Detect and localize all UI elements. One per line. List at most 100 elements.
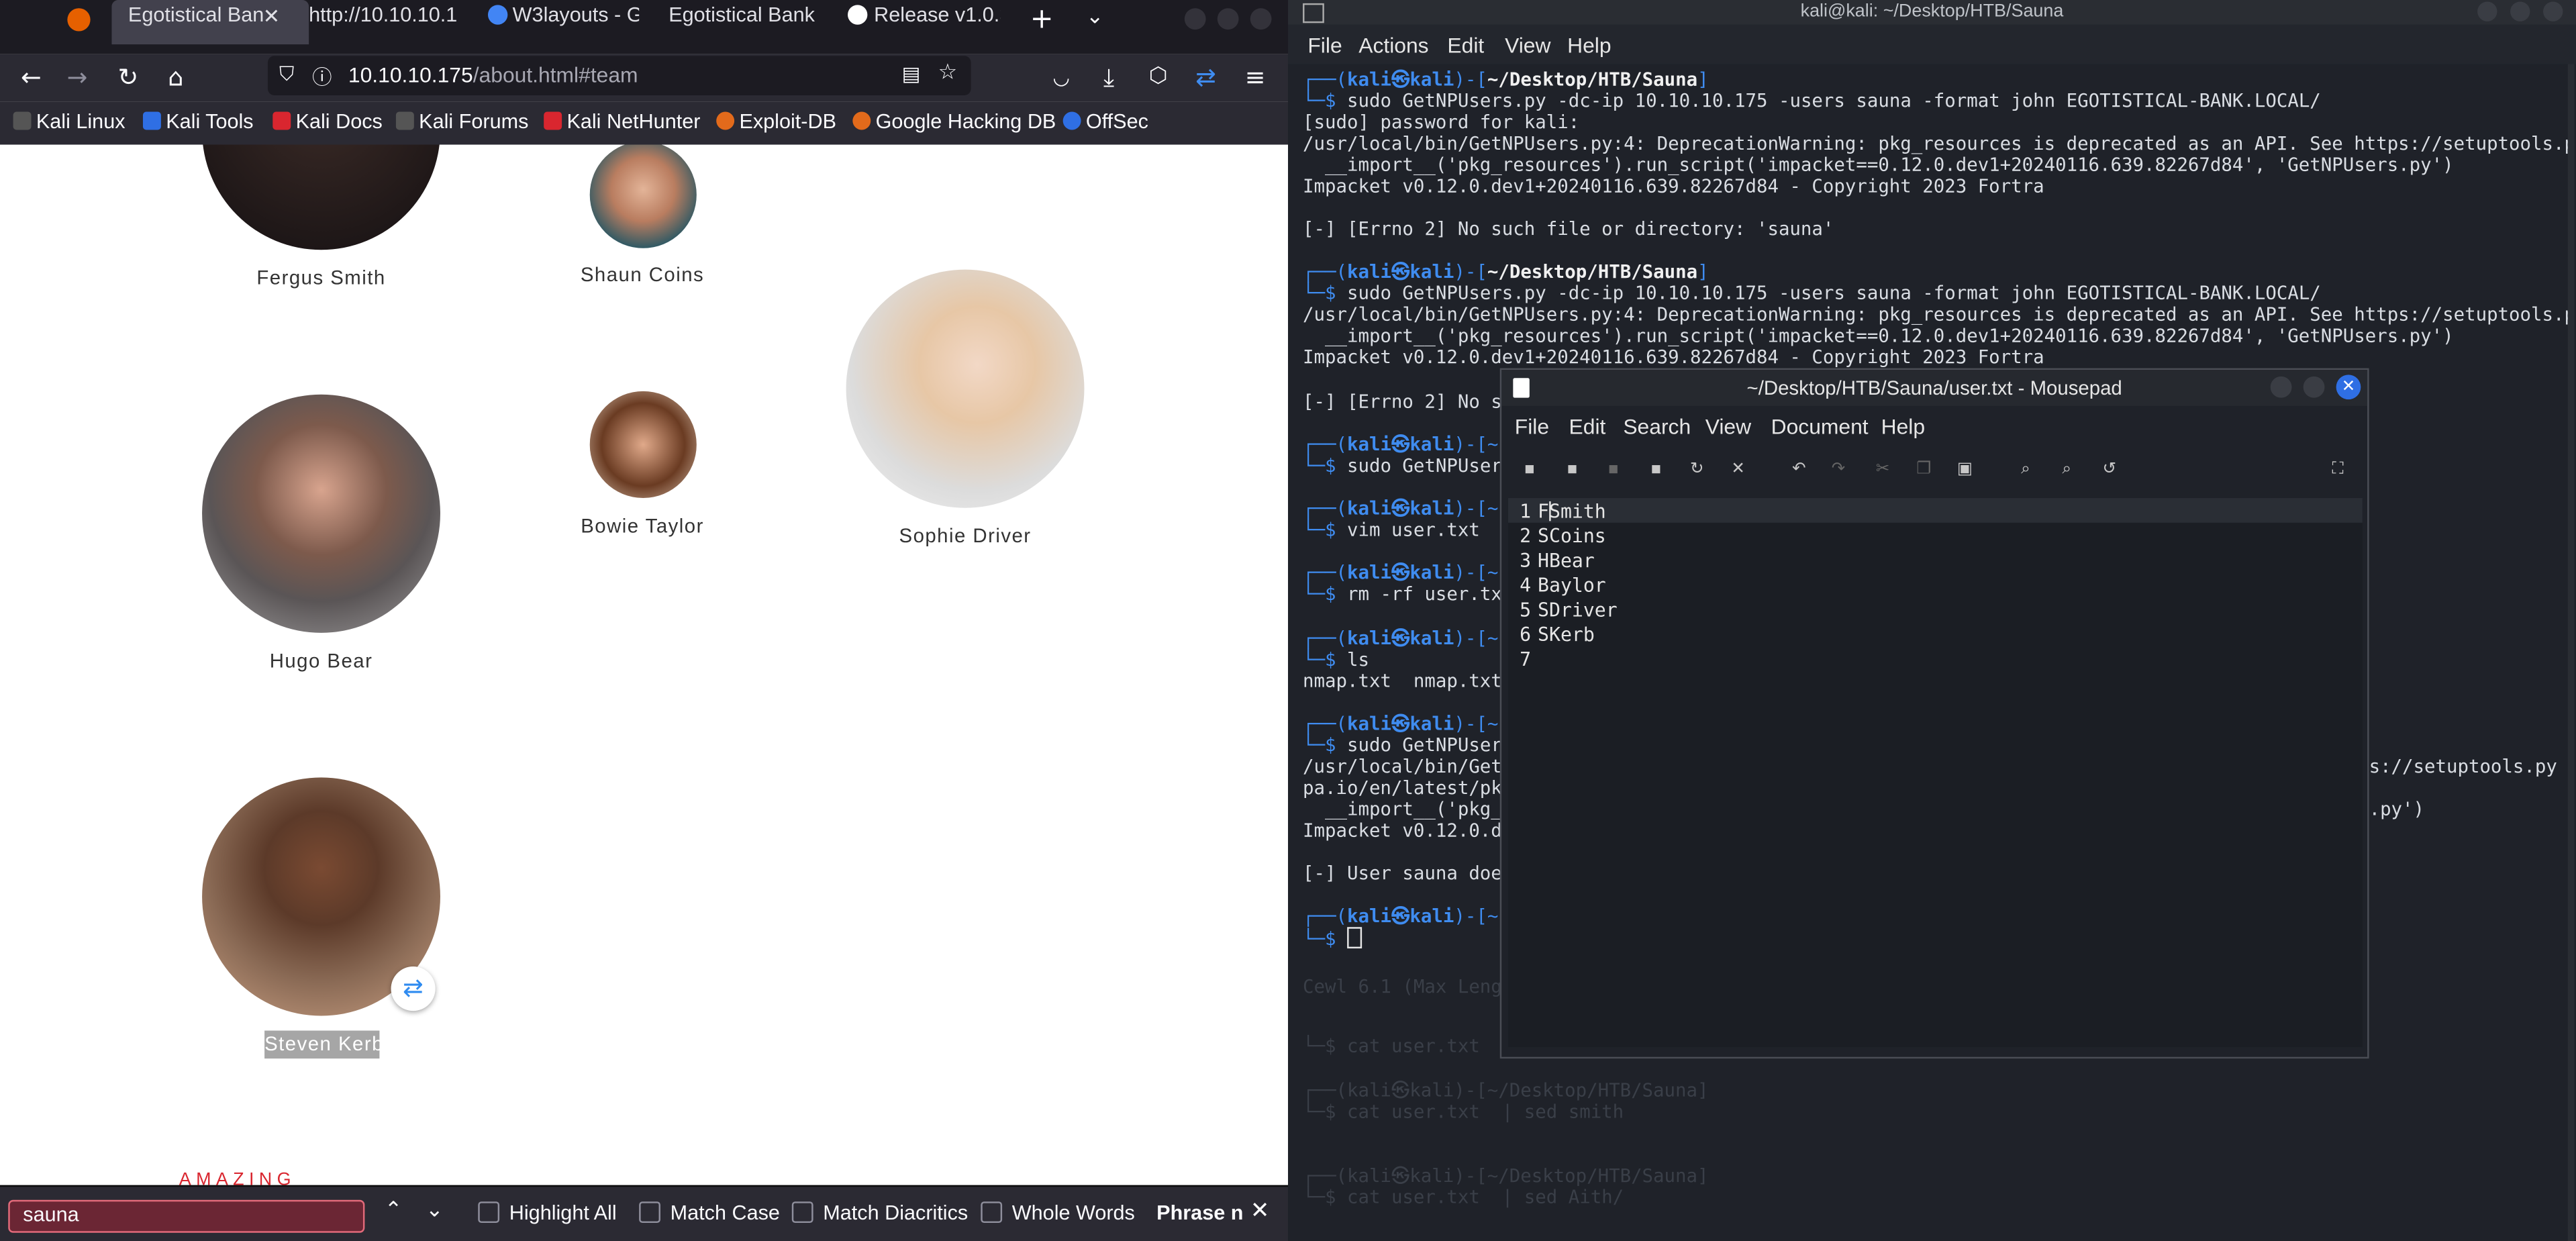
option-highlight-all[interactable]: Highlight All (478, 1201, 617, 1225)
menu-file[interactable]: File (1515, 414, 1549, 439)
new-tab-button[interactable]: + (1030, 3, 1054, 36)
minimize-button[interactable] (2270, 376, 2292, 398)
bookmark-star-icon[interactable]: ☆ (938, 61, 958, 86)
minimize-button[interactable] (1184, 8, 1206, 30)
menu-help[interactable]: Help (1567, 33, 1611, 58)
tab-label: Egotistical Bank : (668, 3, 820, 27)
google-icon (487, 5, 508, 25)
output-line: __import__('pkg_resources').run_script('… (1303, 154, 2454, 177)
save-as-icon[interactable]: ▪ (1646, 460, 1666, 480)
reader-view-icon[interactable]: ▤ (902, 62, 921, 85)
maximize-button[interactable] (2510, 1, 2530, 21)
menu-actions[interactable]: Actions (1358, 33, 1428, 58)
bookmark-kali-linux[interactable]: Kali Linux (13, 110, 126, 133)
close-find-icon[interactable]: ✕ (1250, 1198, 1270, 1224)
tab-w3layouts[interactable]: W3layouts - G (487, 0, 639, 44)
close-tab-icon[interactable]: ✕ (263, 3, 281, 28)
mousepad-app-icon (1513, 378, 1530, 398)
menu-search[interactable]: Search (1623, 414, 1691, 439)
copy-icon[interactable]: ❐ (1914, 460, 1934, 480)
extensions-icon[interactable]: ⬡ (1144, 62, 1173, 92)
tab-egotistical-bank-2[interactable]: Egotistical Bank : (668, 0, 820, 44)
menu-edit[interactable]: Edit (1569, 414, 1606, 439)
open-file-icon[interactable]: ▪ (1563, 460, 1582, 480)
kali-icon (13, 111, 32, 130)
shield-icon[interactable]: ⛉ (279, 62, 294, 87)
menu-icon[interactable]: ≡ (1240, 62, 1270, 92)
checkbox[interactable] (478, 1201, 500, 1224)
bookmark-kali-nethunter[interactable]: Kali NetHunter (544, 110, 700, 133)
mousepad-window: ~/Desktop/HTB/Sauna/user.txt - Mousepad … (1499, 368, 2369, 1059)
menu-view[interactable]: View (1705, 414, 1751, 439)
line-number: 2 (1520, 524, 1532, 548)
output-line: __import__('pkg_resources').run_script('… (1303, 325, 2454, 347)
tab-release[interactable]: Release v1.0.3 (848, 0, 1001, 44)
minimize-button[interactable] (2477, 1, 2497, 21)
bookmark-kali-docs[interactable]: Kali Docs (273, 110, 383, 133)
replace-icon[interactable]: ⌕ (2057, 460, 2077, 480)
output-line: /usr/local/bin/GetNPUsers.py:4: Deprecat… (1303, 304, 2576, 326)
option-match-diacritics[interactable]: Match Diacritics (791, 1201, 968, 1225)
option-match-case[interactable]: Match Case (639, 1201, 780, 1225)
lock-icon[interactable]: ⓘ (312, 62, 332, 91)
find-next-icon[interactable]: ⌄ (426, 1198, 444, 1223)
back-icon[interactable]: ← (16, 62, 46, 92)
forward-icon[interactable]: → (62, 62, 92, 92)
menu-help[interactable]: Help (1881, 414, 1925, 439)
downloads-icon[interactable]: ⤓ (1094, 62, 1124, 92)
editor-text-area[interactable]: 1 FSmith 2 SCoins 3 HBear 4 Baylor 5 SDr… (1507, 498, 2363, 1048)
pocket-icon[interactable]: ◡ (1046, 62, 1076, 92)
save-icon[interactable]: ▪ (1603, 460, 1623, 480)
reload-icon[interactable]: ↻ (1687, 460, 1707, 480)
redo-icon[interactable]: ↷ (1828, 460, 1848, 480)
kali-icon (395, 111, 414, 130)
fullscreen-icon[interactable]: ⛶ (2328, 460, 2347, 480)
close-button[interactable] (2543, 1, 2563, 21)
menu-file[interactable]: File (1307, 33, 1342, 58)
find-input[interactable]: sauna (8, 1199, 365, 1233)
ghost-line: └─$ cat user.txt | sed Aith/ (1303, 1187, 1624, 1209)
url-bar[interactable]: ⛉ ⓘ 10.10.10.175/about.html#team ▤ ☆ (267, 56, 971, 96)
bookmark-google-hacking-db[interactable]: Google Hacking DB (852, 110, 1056, 133)
offsec-icon (1062, 111, 1081, 130)
prompt-user: kali (1346, 562, 1391, 584)
bookmark-kali-tools[interactable]: Kali Tools (142, 110, 254, 133)
checkbox[interactable] (791, 1201, 813, 1224)
command-text: sudo GetNPUsers.py -dc-ip 10.10.10.175 -… (1346, 283, 2321, 305)
close-window-button[interactable] (1250, 8, 1272, 30)
command-line: └─$ sudo GetNPUsers.py -dc-ip 10.10.10.1… (1303, 90, 2321, 112)
sync-overlay-icon[interactable]: ⇄ (391, 966, 436, 1011)
home-icon[interactable]: ⌂ (161, 62, 191, 92)
terminal-scrollbar[interactable] (2567, 64, 2575, 1241)
checkbox[interactable] (981, 1201, 1003, 1224)
tab-label: http://10.10.10.17 (309, 3, 457, 27)
sync-icon[interactable]: ⇄ (1191, 62, 1221, 92)
bookmark-exploit-db[interactable]: Exploit-DB (716, 110, 836, 133)
close-file-icon[interactable]: ✕ (1728, 460, 1748, 480)
menu-edit[interactable]: Edit (1447, 33, 1484, 58)
tab-ip[interactable]: http://10.10.10.17 (309, 0, 456, 44)
new-file-icon[interactable]: ▪ (1520, 460, 1539, 480)
command-line[interactable]: └─$ (1303, 927, 1363, 950)
close-button[interactable]: ✕ (2336, 375, 2361, 400)
menu-view[interactable]: View (1505, 33, 1550, 58)
maximize-button[interactable] (2303, 376, 2325, 398)
reload-icon[interactable]: ↻ (113, 62, 143, 92)
prompt-path: ~/Desktop/HTB/Sauna (1487, 261, 1698, 283)
bookmark-offsec[interactable]: OffSec (1062, 110, 1148, 133)
bookmark-kali-forums[interactable]: Kali Forums (395, 110, 528, 133)
option-whole-words[interactable]: Whole Words (981, 1201, 1135, 1225)
maximize-button[interactable] (1217, 8, 1239, 30)
paste-icon[interactable]: ▣ (1955, 460, 1975, 480)
list-tabs-icon[interactable]: ⌄ (1086, 5, 1104, 30)
command-text: sudo GetNPUser (1346, 734, 1502, 756)
search-icon[interactable]: ⌕ (2016, 460, 2035, 480)
checkbox[interactable] (639, 1201, 660, 1224)
cut-icon[interactable]: ✂ (1873, 460, 1892, 480)
find-previous-icon[interactable]: ⌃ (385, 1198, 403, 1223)
goto-icon[interactable]: ↺ (2099, 460, 2119, 480)
output-line: Impacket v0.12.0.de (1303, 820, 1514, 842)
tab-egotistical-bank[interactable]: Egotistical Ban ✕ (111, 0, 309, 45)
undo-icon[interactable]: ↶ (1789, 460, 1809, 480)
menu-document[interactable]: Document (1771, 414, 1869, 439)
